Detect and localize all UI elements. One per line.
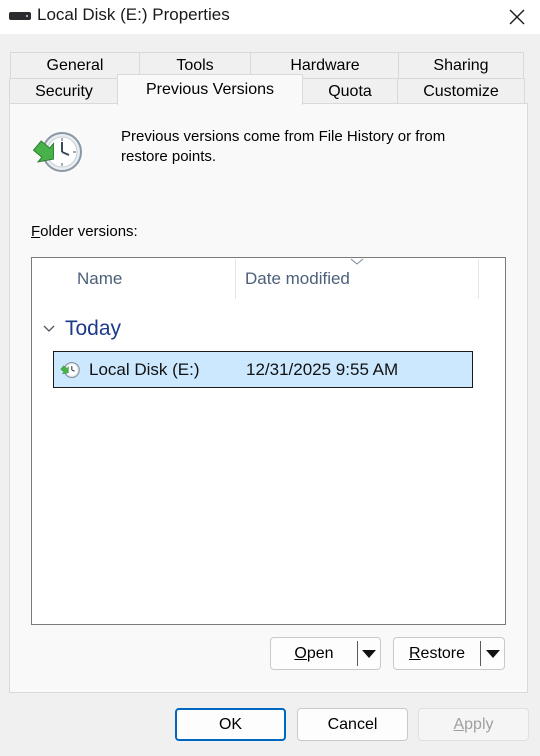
ok-button[interactable]: OK xyxy=(175,708,286,741)
window-title: Local Disk (E:) Properties xyxy=(37,5,230,24)
column-header-name[interactable]: Name xyxy=(77,259,234,299)
cancel-button[interactable]: Cancel xyxy=(297,708,408,741)
tab-customize[interactable]: Customize xyxy=(397,78,525,104)
restore-button[interactable]: Restore xyxy=(394,638,480,669)
folder-versions-mnemonic: F xyxy=(31,223,41,240)
dropdown-arrow-icon xyxy=(485,649,500,658)
apply-mnemonic: A xyxy=(453,715,465,733)
restore-label-rest: estore xyxy=(420,644,466,662)
apply-button[interactable]: Apply xyxy=(418,708,529,741)
tab-panel-previous-versions: Previous versions come from File History… xyxy=(9,103,528,693)
close-button[interactable] xyxy=(494,0,540,34)
tab-strip: General Tools Hardware Sharing Security … xyxy=(0,34,540,105)
info-line-1: Previous versions come from File History… xyxy=(121,128,446,145)
tab-quota[interactable]: Quota xyxy=(301,78,399,104)
column-separator xyxy=(235,259,236,299)
item-name: Local Disk (E:) xyxy=(89,360,200,379)
group-label: Today xyxy=(65,317,122,340)
restore-split-button: Restore xyxy=(393,637,505,670)
restore-dropdown-button[interactable] xyxy=(481,638,504,669)
open-button[interactable]: Open xyxy=(271,638,357,669)
info-text: Previous versions come from File History… xyxy=(121,127,501,167)
folder-versions-list[interactable]: Name Date modified Today Local Disk (E:)… xyxy=(31,257,506,625)
clock-restore-icon xyxy=(32,132,82,172)
apply-label-rest: pply xyxy=(464,715,494,733)
open-label-rest: pen xyxy=(306,644,334,662)
info-line-2: restore points. xyxy=(121,148,217,165)
column-separator xyxy=(478,259,479,299)
tab-security[interactable]: Security xyxy=(9,78,119,104)
chevron-down-icon xyxy=(43,325,55,332)
item-date-modified: 12/31/2025 9:55 AM xyxy=(246,360,399,379)
tab-previous-versions[interactable]: Previous Versions xyxy=(117,74,303,105)
restore-mnemonic: R xyxy=(408,644,421,662)
open-split-button: Open xyxy=(270,637,381,670)
close-icon xyxy=(509,9,525,25)
tab-sharing[interactable]: Sharing xyxy=(398,52,524,78)
folder-versions-label: Folder versions: xyxy=(31,223,138,240)
title-bar: Local Disk (E:) Properties xyxy=(0,0,540,34)
group-header-today[interactable]: Today xyxy=(42,316,121,342)
drive-icon xyxy=(9,12,31,20)
open-mnemonic: O xyxy=(294,644,307,662)
clock-restore-icon xyxy=(60,361,80,379)
dropdown-arrow-icon xyxy=(362,649,376,658)
column-header-date-modified[interactable]: Date modified xyxy=(245,259,475,299)
open-dropdown-button[interactable] xyxy=(358,638,380,669)
folder-versions-label-rest: older versions: xyxy=(40,223,138,240)
list-item[interactable]: Local Disk (E:) 12/31/2025 9:55 AM xyxy=(53,351,473,388)
